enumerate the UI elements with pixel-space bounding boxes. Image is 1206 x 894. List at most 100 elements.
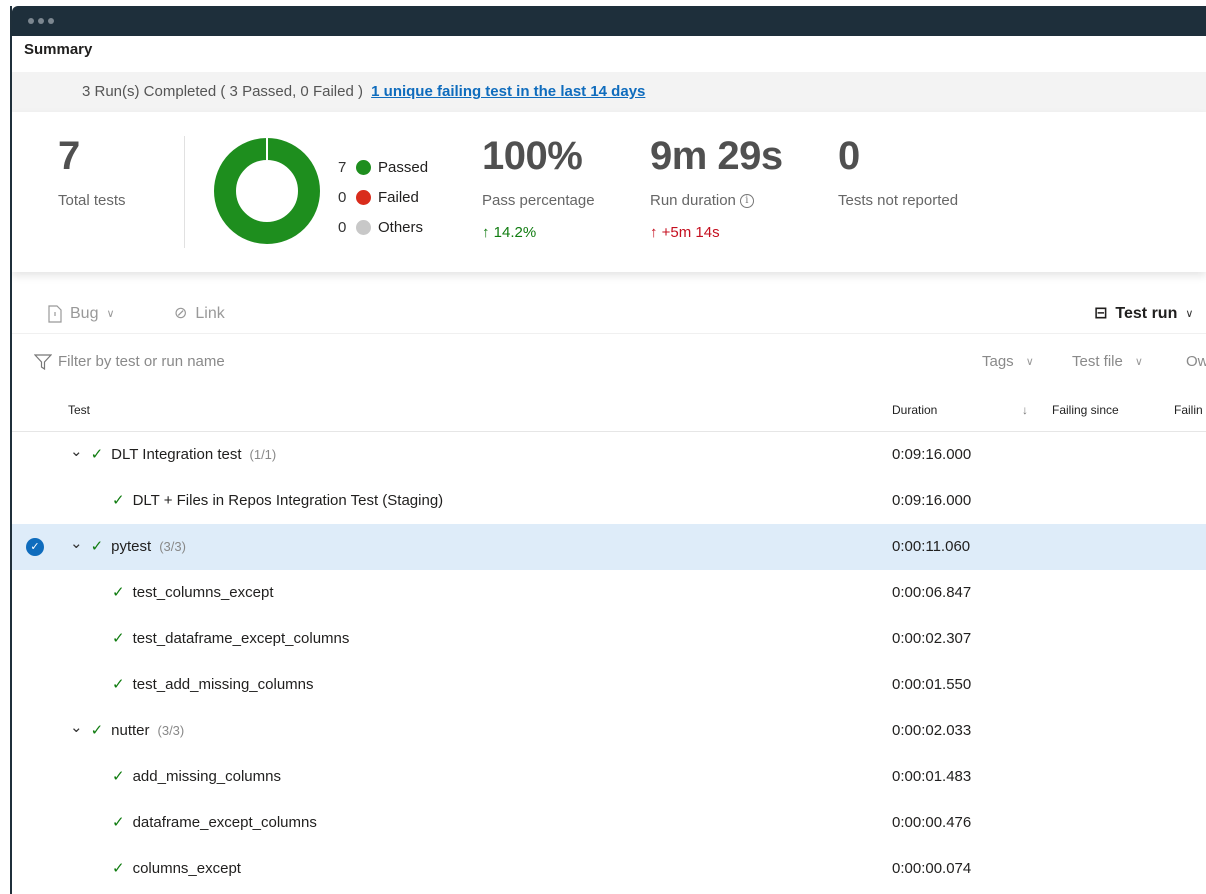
legend-failed-label: Failed [378,188,419,206]
passed-check-icon: ✓ [112,768,125,785]
duration-cell: 0:00:06.847 [892,584,972,601]
test-column-header[interactable]: Test [68,394,90,426]
chevron-down-icon: ∨ [1025,356,1034,368]
not-reported-value: 0 [838,134,860,178]
failing-tests-link[interactable]: 1 unique failing test in the last 14 day… [371,83,645,100]
test-name-cell: ✓ dataframe_except_columns [112,800,317,846]
run-duration-value: 9m 29s [650,134,783,178]
duration-cell: 0:00:02.307 [892,630,972,647]
duration-cell: 0:00:11.060 [892,538,971,555]
selected-checkmark-icon[interactable]: ✓ [26,538,44,556]
duration-cell: 0:00:00.074 [892,860,972,877]
run-duration-label: Run duration [650,192,736,209]
test-row[interactable]: ✓ test_columns_except 0:00:06.847 [12,570,1206,616]
filter-input[interactable]: Filter by test or run name [58,342,225,382]
duration-cell: 0:00:01.550 [892,676,972,693]
legend-others: 0 Others [338,212,428,242]
run-duration-label-wrap: Run duration i [650,192,754,209]
test-name-cell: ✓ columns_except [112,846,241,892]
total-tests-label: Total tests [58,192,126,209]
duration-column-header[interactable]: Duration [892,394,937,426]
chevron-down-icon: ∨ [1134,356,1143,368]
passed-check-icon: ✓ [112,492,125,509]
run-duration-delta: ↑ +5m 14s [650,224,720,241]
filter-icon [34,354,52,370]
test-count: (3/3) [159,539,186,554]
filter-search[interactable]: Filter by test or run name [34,342,225,382]
expand-chevron-icon[interactable]: ⌄ [70,521,83,567]
test-name: DLT + Files in Repos Integration Test (S… [132,492,444,509]
test-row[interactable]: ✓ test_dataframe_except_columns 0:00:02.30… [12,616,1206,662]
test-file-filter-label: Test file [1072,353,1123,370]
test-row[interactable]: ✓ columns_except 0:00:00.074 [12,846,1206,892]
test-name-cell: ✓ test_dataframe_except_columns [112,616,349,662]
page-title: Summary [24,41,93,58]
test-name-cell: ✓ add_missing_columns [112,754,281,800]
test-name: columns_except [132,860,241,877]
link-icon: ⊘ [174,305,188,322]
window-controls[interactable] [28,18,54,24]
passed-check-icon: ✓ [112,814,125,831]
test-name: test_columns_except [132,584,274,601]
failing-column-header[interactable]: Failin [1174,394,1203,426]
owner-filter-label: Ow [1186,353,1206,370]
test-group-row[interactable]: ⌄ ✓ nutter (3/3) 0:00:02.033 [12,708,1206,754]
toolbar: Bug ∨ ⊘ Link ⊟ Test run ∨ [12,294,1206,334]
test-row[interactable]: ✓ add_missing_columns 0:00:01.483 [12,754,1206,800]
tags-filter-dropdown[interactable]: Tags ∨ [982,342,1034,382]
legend-passed-label: Passed [378,158,429,176]
test-results-window: Summary 3 Run(s) Completed ( 3 Passed, 0… [10,6,1206,894]
pass-percentage-delta-value: 14.2% [493,224,537,241]
legend-passed: 7 Passed [338,152,428,182]
test-name: test_add_missing_columns [132,676,314,693]
window-dot[interactable] [48,18,54,24]
test-name-cell: ✓ test_columns_except [112,570,274,616]
window-dot[interactable] [28,18,34,24]
test-name-cell: ✓ DLT + Files in Repos Integration Test (… [112,478,443,524]
passed-dot-icon [356,159,371,175]
group-by-label: Test run [1115,305,1178,322]
bug-button[interactable]: Bug ∨ [48,294,115,334]
link-button[interactable]: ⊘ Link [174,294,225,334]
owner-filter-dropdown[interactable]: Ow [1186,342,1206,382]
sort-descending-icon[interactable]: ↓ [1022,394,1028,426]
tags-filter-label: Tags [982,353,1014,370]
test-name-cell: ✓ test_add_missing_columns [112,662,314,708]
legend-failed: 0 Failed [338,182,428,212]
failed-dot-icon [356,189,371,205]
table-header: Test Duration ↓ Failing since Failin [12,394,1206,432]
duration-cell: 0:00:01.483 [892,768,972,785]
test-results-table: ⌄ ✓ DLT Integration test (1/1) 0:09:16.000 ✓ D… [12,432,1206,892]
passed-check-icon: ✓ [90,538,104,555]
info-icon[interactable]: i [739,194,754,209]
test-name-cell: ⌄ ✓ pytest (3/3) [70,524,186,570]
legend-others-count: 0 [338,218,347,236]
arrow-up-icon: ↑ [650,224,658,241]
failing-since-column-header[interactable]: Failing since [1052,394,1119,426]
passed-check-icon: ✓ [112,630,125,647]
test-group-row[interactable]: ⌄ ✓ DLT Integration test (1/1) 0:09:16.000 [12,432,1206,478]
pass-percentage-label: Pass percentage [482,192,595,209]
duration-cell: 0:09:16.000 [892,492,972,509]
outcome-donut-chart [214,138,320,244]
pass-percentage-value: 100% [482,134,583,178]
test-file-filter-dropdown[interactable]: Test file ∨ [1072,342,1143,382]
test-name: add_missing_columns [132,768,281,785]
test-row[interactable]: ✓ test_add_missing_columns 0:00:01.550 [12,662,1206,708]
window-dot[interactable] [38,18,44,24]
divider [184,136,185,248]
test-name-cell: ⌄ ✓ DLT Integration test (1/1) [70,432,276,478]
test-row[interactable]: ✓ DLT + Files in Repos Integration Test (… [12,478,1206,524]
duration-cell: 0:00:00.476 [892,814,972,831]
test-count: (3/3) [157,723,185,738]
expand-chevron-icon[interactable]: ⌄ [70,705,83,751]
expand-chevron-icon[interactable]: ⌄ [70,429,83,475]
test-name-cell: ⌄ ✓ nutter (3/3) [70,708,184,754]
run-summary-text: 3 Run(s) Completed ( 3 Passed, 0 Failed … [82,83,363,100]
legend-failed-count: 0 [338,188,347,206]
test-group-row[interactable]: ✓ ⌄ ✓ pytest (3/3) 0:00:11.060 [12,524,1206,570]
test-name: nutter [111,722,150,739]
test-name: dataframe_except_columns [132,814,317,831]
test-row[interactable]: ✓ dataframe_except_columns 0:00:00.476 [12,800,1206,846]
group-by-test-run-button[interactable]: ⊟ Test run ∨ [1094,294,1193,334]
